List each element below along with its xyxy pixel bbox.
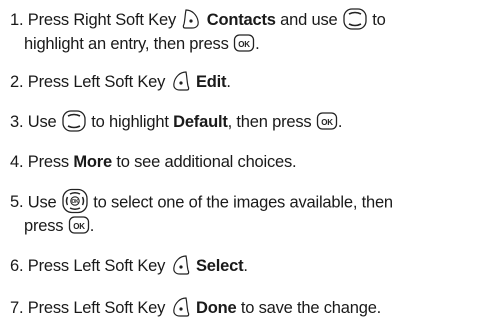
step-text: .	[226, 73, 231, 91]
step-text: to select one of the images available, t…	[93, 193, 393, 212]
step-5: 5. Use OK to select one of the images av…	[10, 188, 472, 216]
step-text: .	[337, 113, 343, 131]
step-keyword: Done	[195, 299, 237, 317]
step-text: , then press	[227, 113, 312, 131]
nav-key-all-directions-icon: OK	[61, 188, 89, 214]
nav-key-up-down-icon	[61, 109, 87, 133]
step-text: Press Left Soft Key	[27, 299, 166, 317]
step-2: 2. Press Left Soft Key Edit.	[10, 70, 472, 95]
step-text: Press Right Soft Key	[27, 11, 176, 29]
svg-text:OK: OK	[238, 40, 250, 49]
nav-key-up-down-icon	[342, 7, 368, 31]
step-text: and use	[280, 11, 338, 29]
step-keyword: More	[73, 153, 112, 171]
instruction-list: 1. Press Right Soft Key Contacts and use…	[0, 0, 481, 334]
step-number: 7.	[10, 299, 24, 317]
step-text: to	[372, 11, 386, 29]
step-text: .	[255, 35, 260, 53]
right-soft-key-icon	[180, 7, 202, 31]
step-3: 3. Use to highlight Default, then press …	[10, 109, 472, 135]
step-text: .	[89, 217, 95, 235]
step-7: 7. Press Left Soft Key Done to save the …	[10, 296, 472, 321]
ok-key-icon: OK	[233, 33, 255, 53]
step-keyword: Contacts	[206, 11, 276, 29]
step-text: press	[24, 217, 64, 235]
step-text: to save the change.	[240, 299, 382, 317]
step-text: Press Left Soft Key	[27, 73, 166, 91]
svg-text:OK: OK	[71, 199, 79, 205]
step-text: highlight an entry, then press	[24, 35, 229, 53]
ok-key-icon: OK	[316, 111, 338, 131]
step-text: Press Left Soft Key	[27, 257, 166, 275]
step-text: .	[243, 257, 248, 275]
left-soft-key-icon	[170, 69, 192, 93]
step-keyword: Select	[195, 257, 244, 275]
left-soft-key-icon	[170, 253, 192, 277]
step-number: 5.	[10, 193, 24, 212]
ok-key-icon: OK	[68, 215, 90, 235]
step-text: Press	[27, 153, 69, 171]
step-number: 4.	[10, 153, 24, 171]
step-text: Use	[27, 113, 57, 131]
step-1: 1. Press Right Soft Key Contacts and use…	[10, 7, 472, 33]
step-number: 2.	[10, 73, 24, 91]
step-4: 4. Press More to see additional choices.	[10, 150, 472, 174]
step-number: 3.	[10, 113, 24, 131]
left-soft-key-icon	[170, 295, 192, 319]
step-5-continued: press OK .	[24, 214, 94, 238]
step-number: 6.	[10, 257, 24, 275]
step-keyword: Edit	[195, 73, 227, 91]
svg-text:OK: OK	[73, 222, 85, 231]
step-1-continued: highlight an entry, then press OK .	[24, 32, 260, 56]
step-text: to see additional choices.	[116, 153, 297, 171]
step-keyword: Default	[173, 113, 228, 131]
step-text: to highlight	[91, 113, 169, 131]
step-text: Use	[27, 193, 57, 212]
step-6: 6. Press Left Soft Key Select.	[10, 254, 472, 279]
step-number: 1.	[10, 11, 24, 29]
svg-text:OK: OK	[321, 118, 333, 127]
